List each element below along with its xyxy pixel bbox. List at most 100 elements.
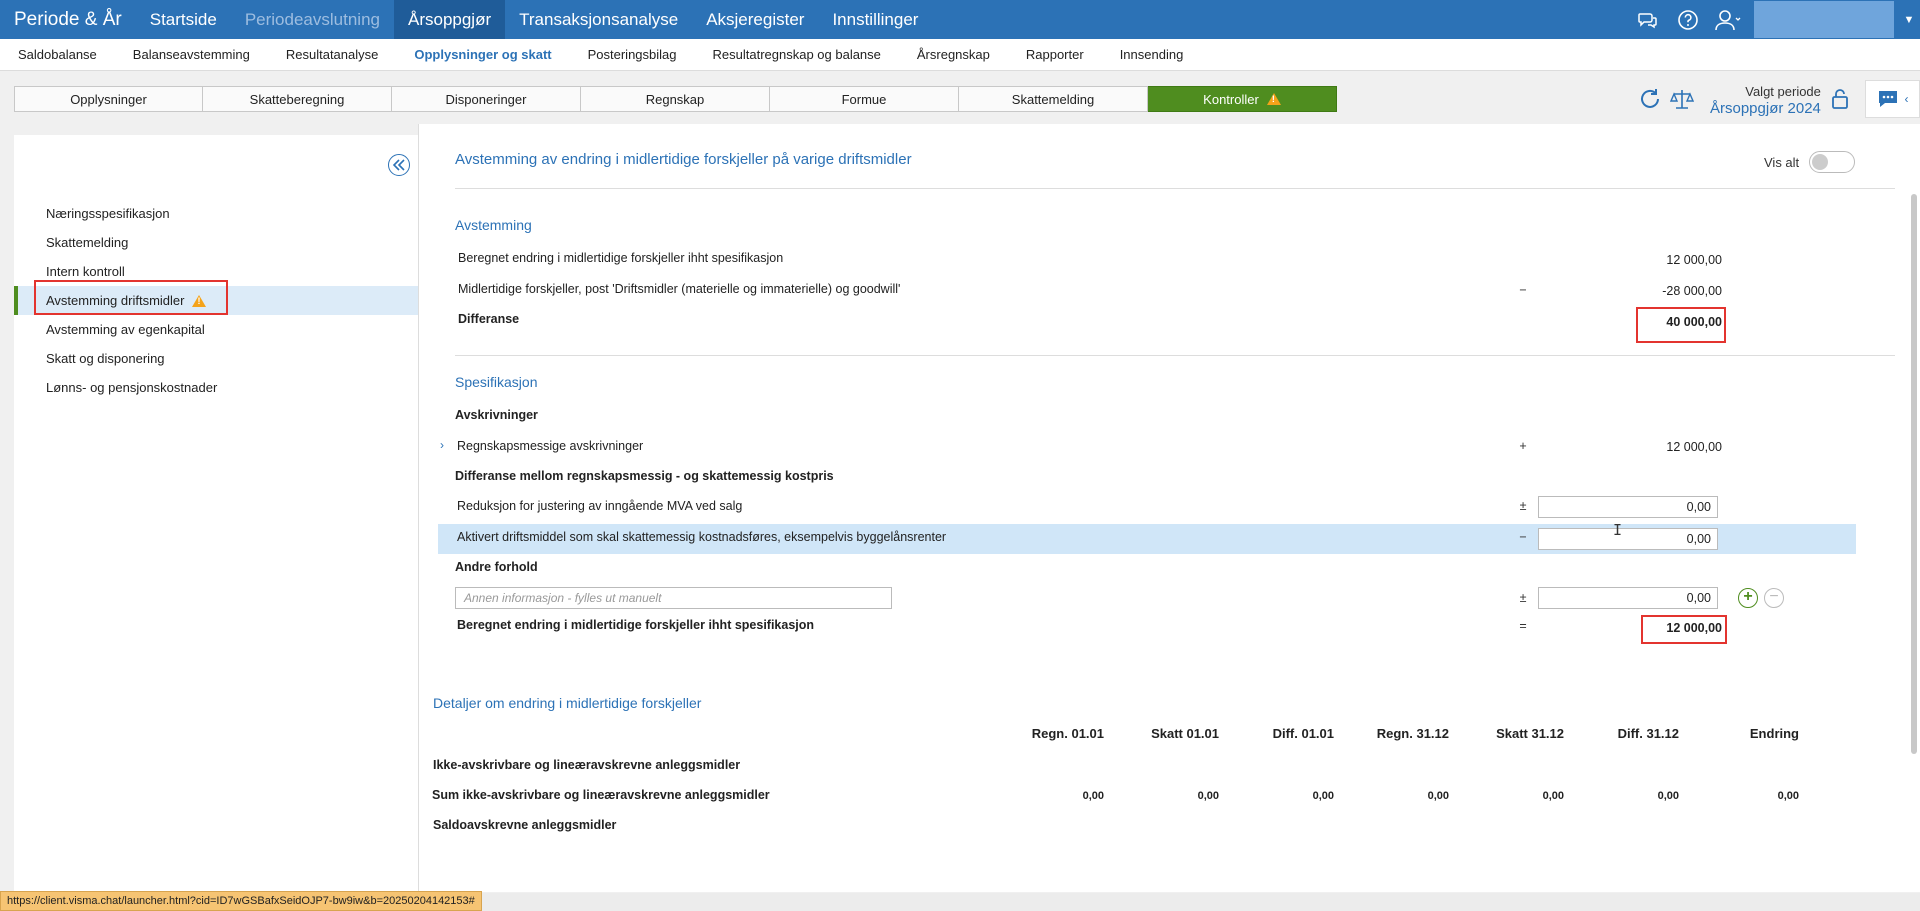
sidebar-item-avstemming-egenkapital[interactable]: Avstemming av egenkapital <box>14 315 418 344</box>
section-spesifikasjon-title: Spesifikasjon <box>455 374 538 390</box>
sidebar-item-skatt-og-disponering[interactable]: Skatt og disponering <box>14 344 418 373</box>
text-cursor-icon: I <box>1613 521 1623 539</box>
chevron-right-icon[interactable]: › <box>440 438 444 452</box>
period-label: Valgt periode <box>1745 84 1821 99</box>
status-url-bar: https://client.visma.chat/launcher.html?… <box>0 891 482 911</box>
subnav-posteringsbilag[interactable]: Posteringsbilag <box>570 47 695 62</box>
divider <box>455 188 1895 189</box>
scrollbar-thumb[interactable] <box>1911 194 1917 754</box>
warning-icon <box>1266 93 1281 105</box>
main-content: Avstemming av endring i midlertidige for… <box>418 124 1920 892</box>
nav-transaksjonsanalyse[interactable]: Transaksjonsanalyse <box>505 0 692 39</box>
annen-informasjon-input[interactable]: Annen informasjon - fylles ut manuelt <box>455 587 892 609</box>
sub-navigation: Saldobalanse Balanseavstemming Resultata… <box>0 39 1920 71</box>
tab-formue[interactable]: Formue <box>770 86 959 112</box>
lock-icon[interactable] <box>1831 88 1849 113</box>
nav-innstillinger[interactable]: Innstillinger <box>818 0 932 39</box>
tab-disponeringer[interactable]: Disponeringer <box>392 86 581 112</box>
app-brand[interactable]: Periode & År <box>0 0 136 39</box>
row-label: Reduksjon for justering av inngående MVA… <box>457 499 743 513</box>
sidebar-item-label: Intern kontroll <box>46 264 125 279</box>
scale-icon[interactable] <box>1669 87 1695 114</box>
sidebar-item-label: Næringsspesifikasjon <box>46 206 170 221</box>
reduksjon-mva-input[interactable]: 0,00 <box>1538 496 1718 518</box>
aktivert-driftsmiddel-input[interactable]: 0,00 <box>1538 528 1718 550</box>
remove-row-icon[interactable]: − <box>1764 588 1784 608</box>
selected-period[interactable]: Valgt periode Årsoppgjør 2024 <box>1710 83 1821 117</box>
subnav-innsending[interactable]: Innsending <box>1102 47 1202 62</box>
col-header: Endring <box>1749 726 1799 741</box>
subnav-balanseavstemming[interactable]: Balanseavstemming <box>115 47 268 62</box>
avskrivninger-heading: Avskrivninger <box>455 408 538 422</box>
nav-aksjeregister[interactable]: Aksjeregister <box>692 0 818 39</box>
sidebar-item-skattemelding[interactable]: Skattemelding <box>14 228 418 257</box>
tab-skattemelding[interactable]: Skattemelding <box>959 86 1148 112</box>
top-navigation: Periode & År Startside Periodeavslutning… <box>0 0 1920 39</box>
row-label: Beregnet endring i midlertidige forskjel… <box>458 251 784 265</box>
subnav-saldobalanse[interactable]: Saldobalanse <box>0 47 115 62</box>
nav-periodeavslutning[interactable]: Periodeavslutning <box>231 0 394 39</box>
subnav-arsregnskap[interactable]: Årsregnskap <box>899 47 1008 62</box>
tab-bar: Opplysninger Skatteberegning Disponering… <box>14 86 1337 112</box>
divider <box>455 355 1895 356</box>
subnav-resultatanalyse[interactable]: Resultatanalyse <box>268 47 397 62</box>
sidebar-item-naeringsspesifikasjon[interactable]: Næringsspesifikasjon <box>14 199 418 228</box>
col-header: Regn. 01.01 <box>1031 726 1104 741</box>
row-value: 12 000,00 <box>1666 440 1722 454</box>
vis-alt-control: Vis alt <box>1764 151 1856 173</box>
col-header: Diff. 01.01 <box>1272 726 1334 741</box>
subnav-opplysninger-og-skatt[interactable]: Opplysninger og skatt <box>396 47 569 62</box>
help-icon[interactable] <box>1668 0 1708 39</box>
subnav-resultatregnskap-og-balanse[interactable]: Resultatregnskap og balanse <box>695 47 899 62</box>
tab-kontroller[interactable]: Kontroller <box>1148 86 1337 112</box>
chat-bubbles-icon[interactable] <box>1628 0 1668 39</box>
nav-startside[interactable]: Startside <box>136 0 231 39</box>
tab-label: Disponeringer <box>445 91 527 107</box>
row-operator: = <box>1519 619 1527 633</box>
sum-row-label: Sum ikke-avskrivbare og lineæravskrevne … <box>432 788 770 802</box>
sidebar-item-lonns-og-pensjonskostnader[interactable]: Lønns- og pensjonskostnader <box>14 373 418 402</box>
annen-verdi-input[interactable]: 0,00 <box>1538 587 1718 609</box>
subnav-rapporter[interactable]: Rapporter <box>1008 47 1102 62</box>
tab-label: Regnskap <box>645 91 705 107</box>
vis-alt-toggle[interactable] <box>1809 151 1856 173</box>
period-tools: Valgt periode Årsoppgjør 2024 <box>1638 80 1849 120</box>
chat-icon <box>1878 91 1897 107</box>
table-cell: 0,00 <box>1427 790 1449 802</box>
chat-widget-button[interactable]: ‹ <box>1865 80 1920 118</box>
highlight-box <box>1636 307 1726 343</box>
tab-label: Formue <box>841 91 887 107</box>
chevron-left-icon: ‹ <box>1904 92 1909 106</box>
nav-arsoppgjor[interactable]: Årsoppgjør <box>393 0 506 39</box>
tab-opplysninger[interactable]: Opplysninger <box>14 86 203 112</box>
user-account-box[interactable] <box>1754 1 1894 38</box>
page-title: Avstemming av endring i midlertidige for… <box>455 151 912 168</box>
row-label: Midlertidige forskjeller, post 'Driftsmi… <box>458 282 901 296</box>
table-cell: 0,00 <box>1542 790 1564 802</box>
sidebar-item-label: Skattemelding <box>46 235 129 250</box>
tab-label: Skattemelding <box>1011 91 1095 107</box>
highlight-box <box>34 280 228 315</box>
user-icon[interactable] <box>1708 0 1748 39</box>
vertical-scrollbar[interactable] <box>1909 164 1919 884</box>
tab-regnskap[interactable]: Regnskap <box>581 86 770 112</box>
tab-label: Kontroller <box>1203 91 1259 107</box>
table-cell: 0,00 <box>1082 790 1104 802</box>
col-header: Diff. 31.12 <box>1617 726 1679 741</box>
vis-alt-label: Vis alt <box>1764 154 1800 170</box>
row-label: Differanse <box>458 312 520 326</box>
chevron-down-icon[interactable]: ▼ <box>1898 14 1920 26</box>
refresh-icon[interactable] <box>1638 87 1662 114</box>
row-value: 12 000,00 <box>1666 253 1722 267</box>
add-row-icon[interactable]: + <box>1738 588 1758 608</box>
group-heading: Ikke-avskrivbare og lineæravskrevne anle… <box>433 758 741 772</box>
row-operator: ± <box>1519 499 1527 513</box>
period-value: Årsoppgjør 2024 <box>1710 100 1821 117</box>
tab-skatteberegning[interactable]: Skatteberegning <box>203 86 392 112</box>
sidebar-panel: Næringsspesifikasjon Skattemelding Inter… <box>14 135 418 892</box>
section-avstemming-title: Avstemming <box>455 217 532 233</box>
collapse-sidebar-icon[interactable] <box>388 154 410 176</box>
highlight-box <box>1641 615 1727 644</box>
table-cell: 0,00 <box>1312 790 1334 802</box>
table-cell: 0,00 <box>1197 790 1219 802</box>
